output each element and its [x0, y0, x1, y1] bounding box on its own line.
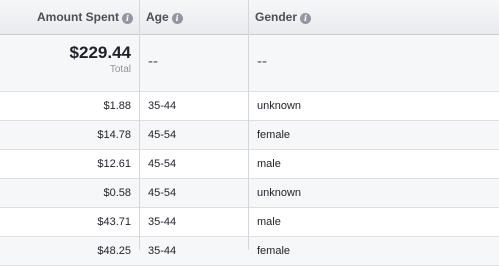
total-gender-placeholder: -- — [257, 53, 267, 70]
age-cell: 45-54 — [148, 129, 177, 141]
gender-cell: female — [257, 129, 291, 141]
gender-cell: unknown — [257, 187, 302, 199]
gender-cell: unknown — [257, 100, 302, 112]
age-cell: 45-54 — [148, 158, 177, 170]
amount-cell: $12.61 — [97, 158, 131, 170]
column-header-amount-spent[interactable]: Amount Spent i — [0, 0, 139, 34]
total-row: $229.44 Total -- -- — [0, 35, 499, 92]
amount-cell: $0.58 — [103, 187, 131, 199]
column-divider — [139, 0, 140, 250]
total-amount-cell: $229.44 Total — [0, 35, 139, 91]
total-label: Total — [109, 64, 131, 75]
amount-cell: $48.25 — [97, 245, 131, 257]
age-cell: 35-44 — [148, 100, 177, 112]
column-header-label: Amount Spent — [37, 10, 119, 24]
table-header: Amount Spent i Age i Gender i — [0, 0, 499, 35]
gender-cell: male — [257, 216, 281, 228]
gender-cell: female — [257, 245, 291, 257]
total-age-placeholder: -- — [148, 53, 158, 70]
column-header-label: Gender — [255, 10, 298, 24]
age-cell: 45-54 — [148, 187, 177, 199]
column-header-gender[interactable]: Gender i — [249, 0, 499, 34]
table-row[interactable]: $0.58 45-54 unknown — [0, 179, 499, 208]
amount-cell: $14.78 — [97, 129, 131, 141]
column-divider — [248, 0, 249, 250]
total-gender-cell: -- — [249, 35, 499, 91]
amount-cell: $1.88 — [103, 100, 131, 112]
info-icon[interactable]: i — [122, 13, 133, 24]
column-header-age[interactable]: Age i — [140, 0, 248, 34]
age-cell: 35-44 — [148, 245, 177, 257]
age-cell: 35-44 — [148, 216, 177, 228]
total-age-cell: -- — [140, 35, 248, 91]
gender-cell: male — [257, 158, 281, 170]
amount-cell: $43.71 — [97, 216, 131, 228]
table-row[interactable]: $48.25 35-44 female — [0, 237, 499, 266]
info-icon[interactable]: i — [300, 13, 312, 24]
column-header-label: Age — [146, 10, 169, 24]
table-row[interactable]: $1.88 35-44 unknown — [0, 92, 499, 121]
table-row[interactable]: $12.61 45-54 male — [0, 150, 499, 179]
table-row[interactable]: $14.78 45-54 female — [0, 121, 499, 150]
info-icon[interactable]: i — [171, 13, 183, 24]
results-table: Amount Spent i Age i Gender i $229.44 Total… — [0, 0, 499, 266]
table-row[interactable]: $43.71 35-44 male — [0, 208, 499, 237]
total-amount: $229.44 — [69, 43, 131, 62]
